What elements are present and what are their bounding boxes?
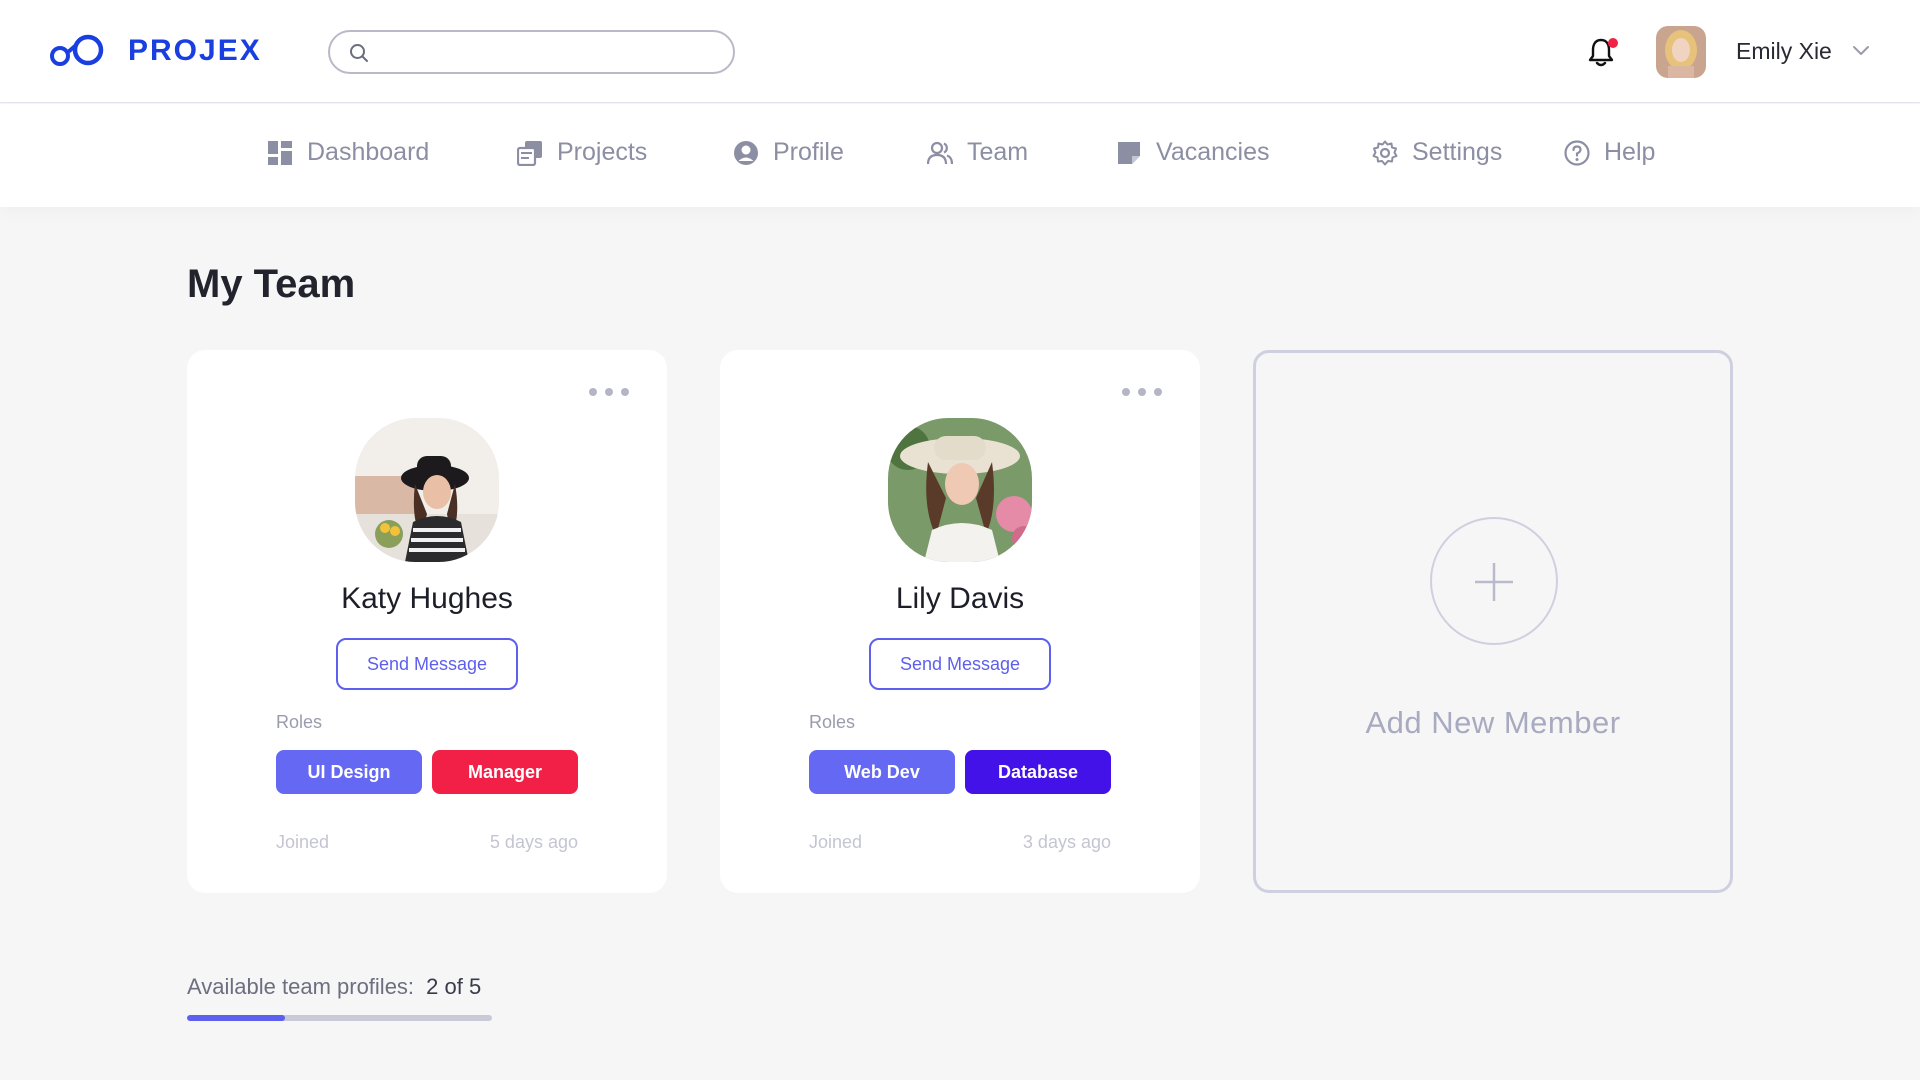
- team-profiles-count: 2 of 5: [426, 974, 482, 999]
- brand-name: PROJEX: [128, 34, 262, 67]
- roles-label: Roles: [809, 712, 856, 732]
- nav-label: Vacancies: [1156, 138, 1270, 166]
- nav-label: Team: [967, 138, 1029, 166]
- role-tag: Manager: [432, 750, 578, 794]
- add-new-member-label: Add New Member: [1365, 705, 1621, 740]
- team-profiles-progress: [187, 1015, 492, 1021]
- nav-item-dashboard[interactable]: Dashboard: [267, 138, 429, 167]
- nav-label: Projects: [557, 138, 648, 166]
- member-photo: [355, 418, 499, 562]
- member-name: Katy Hughes: [341, 582, 513, 615]
- nav-label: Dashboard: [307, 138, 430, 166]
- vacancies-icon: [1118, 141, 1140, 164]
- member-name: Lily Davis: [895, 582, 1025, 615]
- member-card: Katy Hughes Send Message Roles UI Design…: [187, 350, 667, 893]
- send-message-button[interactable]: Send Message: [336, 638, 518, 690]
- nav-label: Help: [1604, 138, 1656, 166]
- nav-item-profile[interactable]: Profile: [733, 138, 844, 167]
- dashboard-icon: [268, 140, 292, 165]
- search-bar[interactable]: [328, 30, 735, 74]
- role-tag: UI Design: [276, 750, 422, 794]
- infinity-logo-icon: [50, 34, 104, 66]
- roles-label: Roles: [276, 712, 323, 732]
- nav-item-projects[interactable]: Projects: [517, 138, 647, 167]
- member-photo: [888, 418, 1032, 562]
- joined-label: Joined: [276, 832, 330, 852]
- add-circle[interactable]: [1430, 517, 1558, 645]
- help-icon: [1564, 139, 1590, 166]
- projects-icon: [517, 140, 542, 166]
- more-options-icon[interactable]: [1122, 388, 1162, 396]
- progress-fill: [187, 1015, 285, 1021]
- user-avatar-image: [1656, 26, 1706, 78]
- search-icon: [350, 44, 368, 62]
- role-tag: Web Dev: [809, 750, 955, 794]
- joined-value: 5 days ago: [489, 832, 578, 852]
- send-message-button[interactable]: Send Message: [869, 638, 1051, 690]
- team-profiles-info: Available team profiles: 2 of 5: [187, 974, 481, 1000]
- nav-item-vacancies[interactable]: Vacancies: [1116, 138, 1270, 167]
- chevron-down-icon[interactable]: [1852, 44, 1870, 56]
- member-avatar: [888, 418, 1032, 562]
- main-nav: Dashboard Projects Profile Team Vacancie…: [0, 104, 1920, 207]
- team-profiles-label: Available team profiles:: [187, 974, 415, 999]
- settings-icon: [1372, 140, 1398, 165]
- brand-logo[interactable]: PROJEX: [48, 34, 262, 68]
- page-title: My Team: [187, 262, 356, 306]
- user-name[interactable]: Emily Xie: [1736, 38, 1832, 65]
- joined-value: 3 days ago: [1022, 832, 1111, 852]
- add-new-member-card[interactable]: Add New Member: [1253, 350, 1733, 893]
- plus-icon: [1475, 563, 1513, 601]
- member-card: Lily Davis Send Message Roles Web Dev Da…: [720, 350, 1200, 893]
- nav-label: Profile: [773, 138, 844, 166]
- member-avatar: [355, 418, 499, 562]
- joined-label: Joined: [809, 832, 863, 852]
- top-header: PROJEX Emily Xie: [0, 0, 1920, 103]
- nav-item-help[interactable]: Help: [1564, 138, 1655, 167]
- search-input[interactable]: [380, 38, 720, 66]
- profile-icon: [734, 140, 758, 165]
- team-icon: [927, 141, 953, 164]
- role-tag: Database: [965, 750, 1111, 794]
- nav-item-settings[interactable]: Settings: [1372, 138, 1502, 167]
- nav-label: Settings: [1412, 138, 1503, 166]
- nav-item-team[interactable]: Team: [927, 138, 1028, 167]
- notification-badge: [1608, 38, 1618, 48]
- user-avatar[interactable]: [1656, 26, 1706, 78]
- more-options-icon[interactable]: [589, 388, 629, 396]
